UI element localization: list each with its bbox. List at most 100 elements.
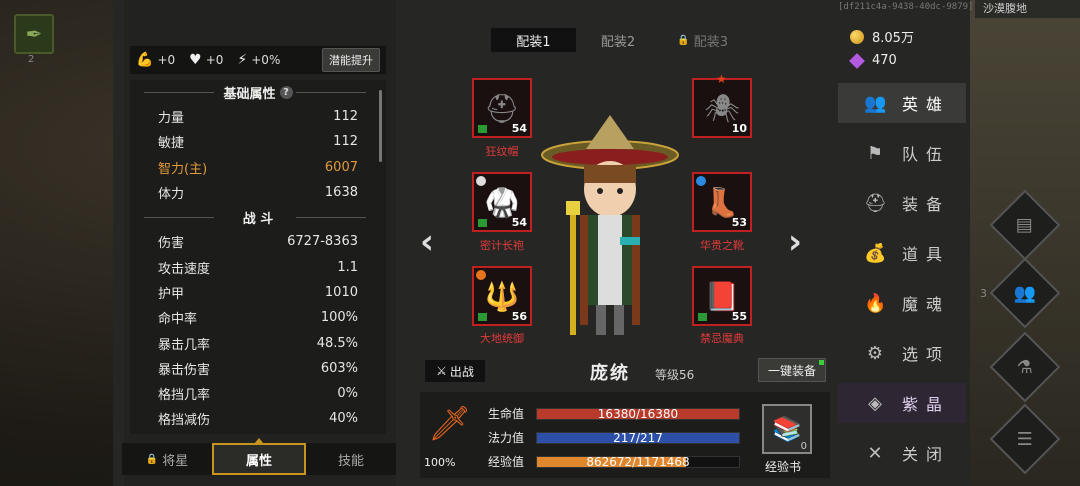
stat-value: 1010 bbox=[324, 284, 358, 300]
menu-label: 魔魂 bbox=[902, 295, 951, 314]
offhand-name: 禁忌魔典 bbox=[700, 332, 744, 345]
stat-label: 攻击速度 bbox=[158, 261, 211, 277]
notification-dot bbox=[819, 360, 824, 365]
combat-title: 战 斗 bbox=[242, 211, 274, 227]
boots-name: 华贵之靴 bbox=[700, 239, 744, 252]
equip-all-button[interactable]: 一键装备 bbox=[758, 358, 826, 382]
exp-book-button[interactable]: 📚 0 bbox=[762, 404, 812, 454]
stat-value: 1638 bbox=[324, 185, 358, 201]
armor-name: 密计长袍 bbox=[480, 239, 524, 252]
menu-souls[interactable]: 🔥 魔魂 bbox=[838, 283, 966, 323]
stats-list[interactable]: 基础属性? 力量 112 敏捷 112 智力(主) 6007 体力 1638 战 斗 伤… bbox=[130, 80, 386, 434]
power-percent: 100% bbox=[424, 456, 456, 469]
offhand-slot[interactable]: 📕 55 bbox=[692, 266, 752, 326]
mp-bar: 217/217 bbox=[536, 431, 740, 444]
book-icon bbox=[478, 313, 487, 321]
boots-slot[interactable]: 👢 53 bbox=[692, 172, 752, 232]
stat-value: 40% bbox=[329, 411, 358, 427]
menu-amethyst[interactable]: ◈ 紫晶 bbox=[838, 383, 966, 423]
tab-label: 将星 bbox=[162, 453, 189, 469]
tab-loadout-2[interactable]: 配装2 bbox=[576, 28, 661, 52]
loadout-tabs: 配装1 配装2 🔒 配装3 bbox=[491, 28, 745, 52]
tab-attributes[interactable]: 属性 bbox=[212, 438, 306, 475]
armor-slot[interactable]: 🥋 54 bbox=[472, 172, 532, 232]
next-hero-arrow[interactable]: › bbox=[788, 222, 802, 262]
menu-label: 紫晶 bbox=[902, 395, 951, 414]
stat-row: 命中率 100% bbox=[130, 305, 386, 330]
stat-value: 112 bbox=[333, 134, 358, 150]
mp-label: 法力值 bbox=[488, 431, 525, 445]
exp-label: 经验值 bbox=[488, 455, 525, 469]
lightning-icon: ⚡ bbox=[237, 52, 248, 68]
energy-bonus-value: +0% bbox=[251, 53, 281, 67]
hp-label: 生命值 bbox=[488, 407, 525, 421]
hero-name: 庞统 bbox=[590, 363, 630, 384]
stat-label: 暴击几率 bbox=[158, 337, 211, 353]
help-icon[interactable]: ? bbox=[279, 85, 293, 99]
menu-close[interactable]: ✕ 关闭 bbox=[838, 433, 966, 473]
exp-bar: 862672/1171468 bbox=[536, 454, 740, 469]
hp-bonus-value: +0 bbox=[205, 53, 224, 67]
hp-bar: 16380/16380 bbox=[536, 407, 740, 420]
prev-hero-arrow[interactable]: ‹ bbox=[420, 222, 434, 262]
tab-skills[interactable]: 技能 bbox=[306, 443, 396, 475]
book-icon bbox=[478, 125, 487, 133]
exp-row: 经验值 862672/1171468 bbox=[488, 453, 740, 470]
book-icon bbox=[478, 219, 487, 227]
crossed-swords-icon: ⚔ bbox=[436, 364, 447, 378]
stat-label: 力量 bbox=[158, 111, 185, 127]
gold-display: 8.05万 bbox=[850, 27, 914, 46]
stat-value: 48.5% bbox=[316, 335, 358, 351]
stat-value: 100% bbox=[320, 310, 358, 326]
menu-equipment[interactable]: ⛑ 装备 bbox=[838, 183, 966, 223]
helmet-slot[interactable]: ⛑ 54 bbox=[472, 78, 532, 138]
potential-button[interactable]: 潜能提升 bbox=[322, 48, 380, 72]
stat-label: 护甲 bbox=[158, 286, 185, 302]
stat-row: 敏捷 112 bbox=[130, 129, 386, 154]
heart-icon: ♥ bbox=[189, 52, 202, 68]
tab-loadout-1[interactable]: 配装1 bbox=[491, 28, 576, 52]
menu-heroes[interactable]: 👥 英雄 bbox=[838, 83, 966, 123]
menu-options[interactable]: ⚙ 选项 bbox=[838, 333, 966, 373]
helmet-name: 狂纹帽 bbox=[485, 145, 519, 158]
star-icon: ★ bbox=[716, 72, 727, 86]
base-attrs-header: 基础属性? bbox=[130, 80, 386, 104]
tab-label: 配装3 bbox=[693, 34, 729, 50]
strength-bonus: 💪 +0 bbox=[136, 52, 175, 68]
weapon-name: 大地统御 bbox=[480, 332, 524, 345]
menu-label: 英雄 bbox=[902, 95, 951, 114]
lock-icon: 🔒 bbox=[677, 34, 690, 46]
stat-row: 护甲 1010 bbox=[130, 280, 386, 305]
amethyst-icon bbox=[849, 52, 865, 69]
menu-label: 装备 bbox=[902, 195, 951, 214]
menu-label: 选项 bbox=[902, 345, 951, 364]
tab-loadout-3[interactable]: 🔒 配装3 bbox=[660, 28, 745, 52]
hp-bonus: ♥ +0 bbox=[189, 52, 223, 68]
item-level: 54 bbox=[511, 216, 527, 229]
energy-bonus: ⚡ +0% bbox=[237, 52, 280, 68]
stat-label: 敏捷 bbox=[158, 136, 185, 152]
crystal-icon: ◈ bbox=[868, 392, 882, 414]
stat-label: 体力 bbox=[158, 187, 185, 203]
menu-team[interactable]: ⚑ 队伍 bbox=[838, 133, 966, 173]
item-level: 55 bbox=[731, 310, 747, 323]
menu-label: 道具 bbox=[902, 245, 951, 264]
bonus-bar: 💪 +0 ♥ +0 ⚡ +0% 潜能提升 bbox=[130, 46, 386, 74]
item-level: 56 bbox=[511, 310, 527, 323]
gold-value: 8.05万 bbox=[872, 31, 914, 46]
weapon-slot[interactable]: 🔱 56 bbox=[472, 266, 532, 326]
flame-icon: 🔥 bbox=[864, 292, 887, 314]
stat-value: 603% bbox=[320, 360, 358, 376]
book-stack-icon: 📚 bbox=[772, 415, 802, 443]
stat-label: 命中率 bbox=[158, 312, 198, 328]
tab-generals[interactable]: 🔒 将星 bbox=[122, 443, 212, 475]
pet-slot[interactable]: 🕷 10 bbox=[692, 78, 752, 138]
quest-item-icon[interactable]: ✒ bbox=[14, 14, 54, 54]
helmet-icon: ⛑ bbox=[864, 192, 887, 214]
session-id: [df211c4a-9438-40dc-9879] bbox=[838, 2, 974, 12]
gem-value: 470 bbox=[872, 53, 897, 68]
exp-value: 862672/1171468 bbox=[586, 454, 690, 469]
menu-items[interactable]: 💰 道具 bbox=[838, 233, 966, 273]
hp-row: 生命值 16380/16380 bbox=[488, 405, 740, 422]
deploy-button[interactable]: ⚔ 出战 bbox=[425, 360, 485, 382]
